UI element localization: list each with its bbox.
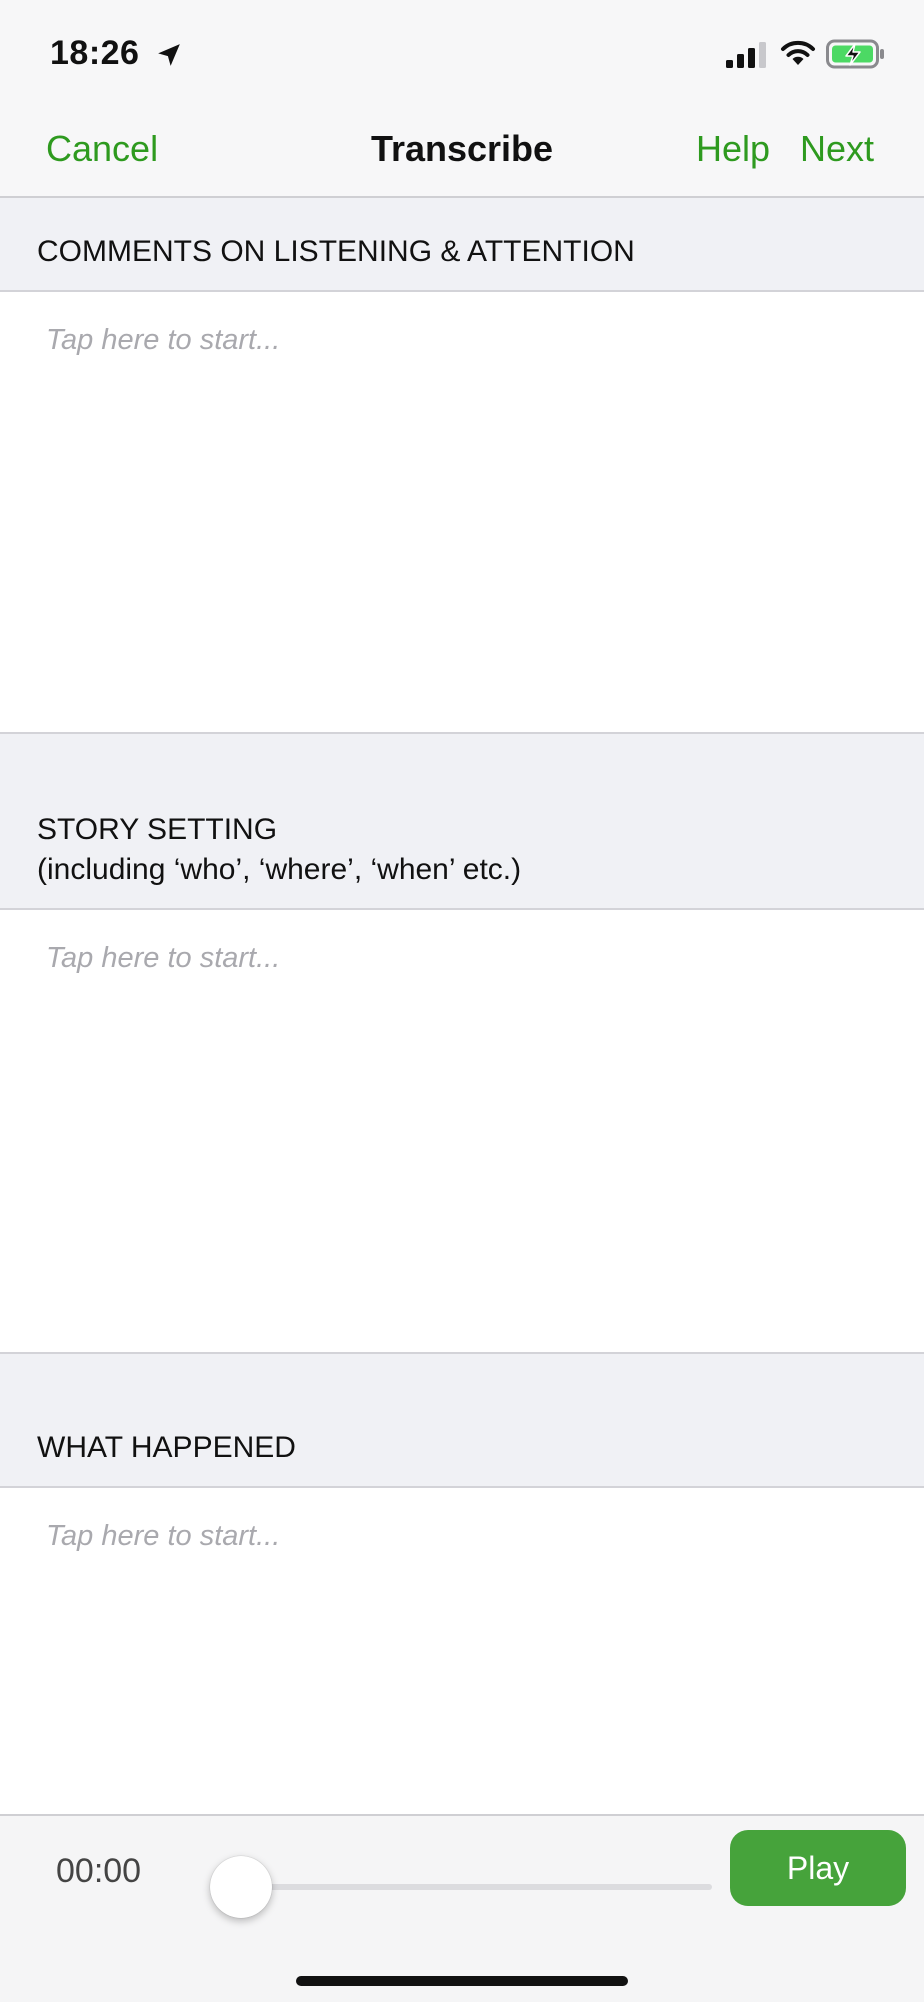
cellular-signal-icon xyxy=(726,42,766,68)
location-arrow-icon xyxy=(158,44,180,66)
section-title: STORY SETTING (including ‘who’, ‘where’,… xyxy=(37,810,521,890)
story-setting-textarea[interactable]: Tap here to start... xyxy=(0,910,924,1354)
listening-comments-textarea[interactable]: Tap here to start... xyxy=(0,292,924,734)
audio-player: 00:00 Play xyxy=(0,1814,924,2002)
playback-slider-track[interactable] xyxy=(240,1884,712,1890)
home-indicator xyxy=(296,1976,628,1986)
status-time: 18:26 xyxy=(50,34,140,72)
section-title-text: WHAT HAPPENED xyxy=(37,1431,296,1464)
playback-time: 00:00 xyxy=(56,1852,142,1890)
status-bar: 18:26 xyxy=(0,0,924,110)
section-subtitle-text: (including ‘who’, ‘where’, ‘when’ etc.) xyxy=(37,853,522,886)
battery-charging-icon xyxy=(826,39,884,69)
section-title-text: COMMENTS ON LISTENING & ATTENTION xyxy=(37,235,635,268)
what-happened-textarea[interactable]: Tap here to start... xyxy=(0,1488,924,1814)
placeholder-text: Tap here to start... xyxy=(46,942,281,974)
section-title: WHAT HAPPENED xyxy=(37,1428,296,1468)
wifi-icon xyxy=(781,40,815,65)
play-button[interactable]: Play xyxy=(730,1830,906,1906)
section-title: COMMENTS ON LISTENING & ATTENTION xyxy=(37,232,635,272)
next-button[interactable]: Next xyxy=(800,128,874,170)
playback-slider-thumb[interactable] xyxy=(210,1856,272,1918)
section-header-what-happened: WHAT HAPPENED xyxy=(0,1354,924,1488)
section-header-listening: COMMENTS ON LISTENING & ATTENTION xyxy=(0,198,924,292)
help-button[interactable]: Help xyxy=(696,128,770,170)
placeholder-text: Tap here to start... xyxy=(46,1520,281,1552)
section-header-story-setting: STORY SETTING (including ‘who’, ‘where’,… xyxy=(0,734,924,910)
placeholder-text: Tap here to start... xyxy=(46,324,281,356)
navigation-bar: Cancel Transcribe Help Next xyxy=(0,110,924,198)
section-title-text: STORY SETTING xyxy=(37,813,278,846)
page-title: Transcribe xyxy=(370,128,554,169)
